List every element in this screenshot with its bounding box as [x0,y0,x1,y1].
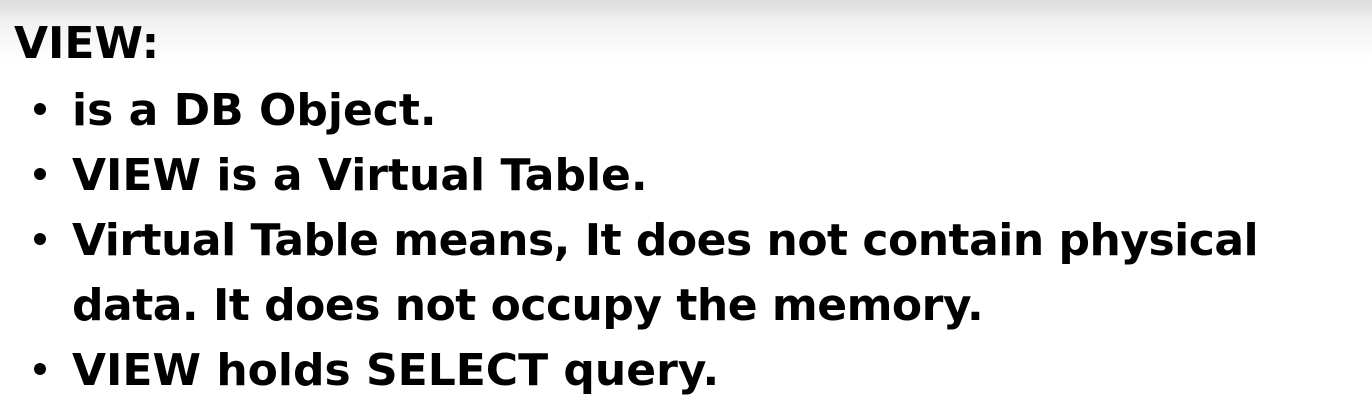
bullet-dot-icon [34,168,46,180]
bullet-item-select-query: VIEW holds SELECT query. [0,338,1258,403]
bullet-text-line-1: Virtual Table means, It does not contain… [72,215,1259,266]
bullet-item-virtual-table: VIEW is a Virtual Table. [0,143,1258,208]
bullet-item-db-object: is a DB Object. [0,78,1258,143]
slide: VIEW: is a DB Object. VIEW is a Virtual … [0,0,1372,416]
bullet-list: is a DB Object. VIEW is a Virtual Table.… [0,78,1259,403]
bullet-text: is a DB Object. [72,85,437,136]
bullet-dot-icon [34,233,46,245]
bullet-item-virtual-table-means: Virtual Table means, It does not contain… [0,208,1259,338]
bullet-text-line-2: data. It does not occupy the memory. [72,280,984,331]
bullet-dot-icon [34,103,46,115]
bullet-dot-icon [34,363,46,375]
bullet-text: VIEW holds SELECT query. [72,345,720,396]
bullet-text: VIEW is a Virtual Table. [72,150,648,201]
slide-heading: VIEW: [14,18,160,69]
